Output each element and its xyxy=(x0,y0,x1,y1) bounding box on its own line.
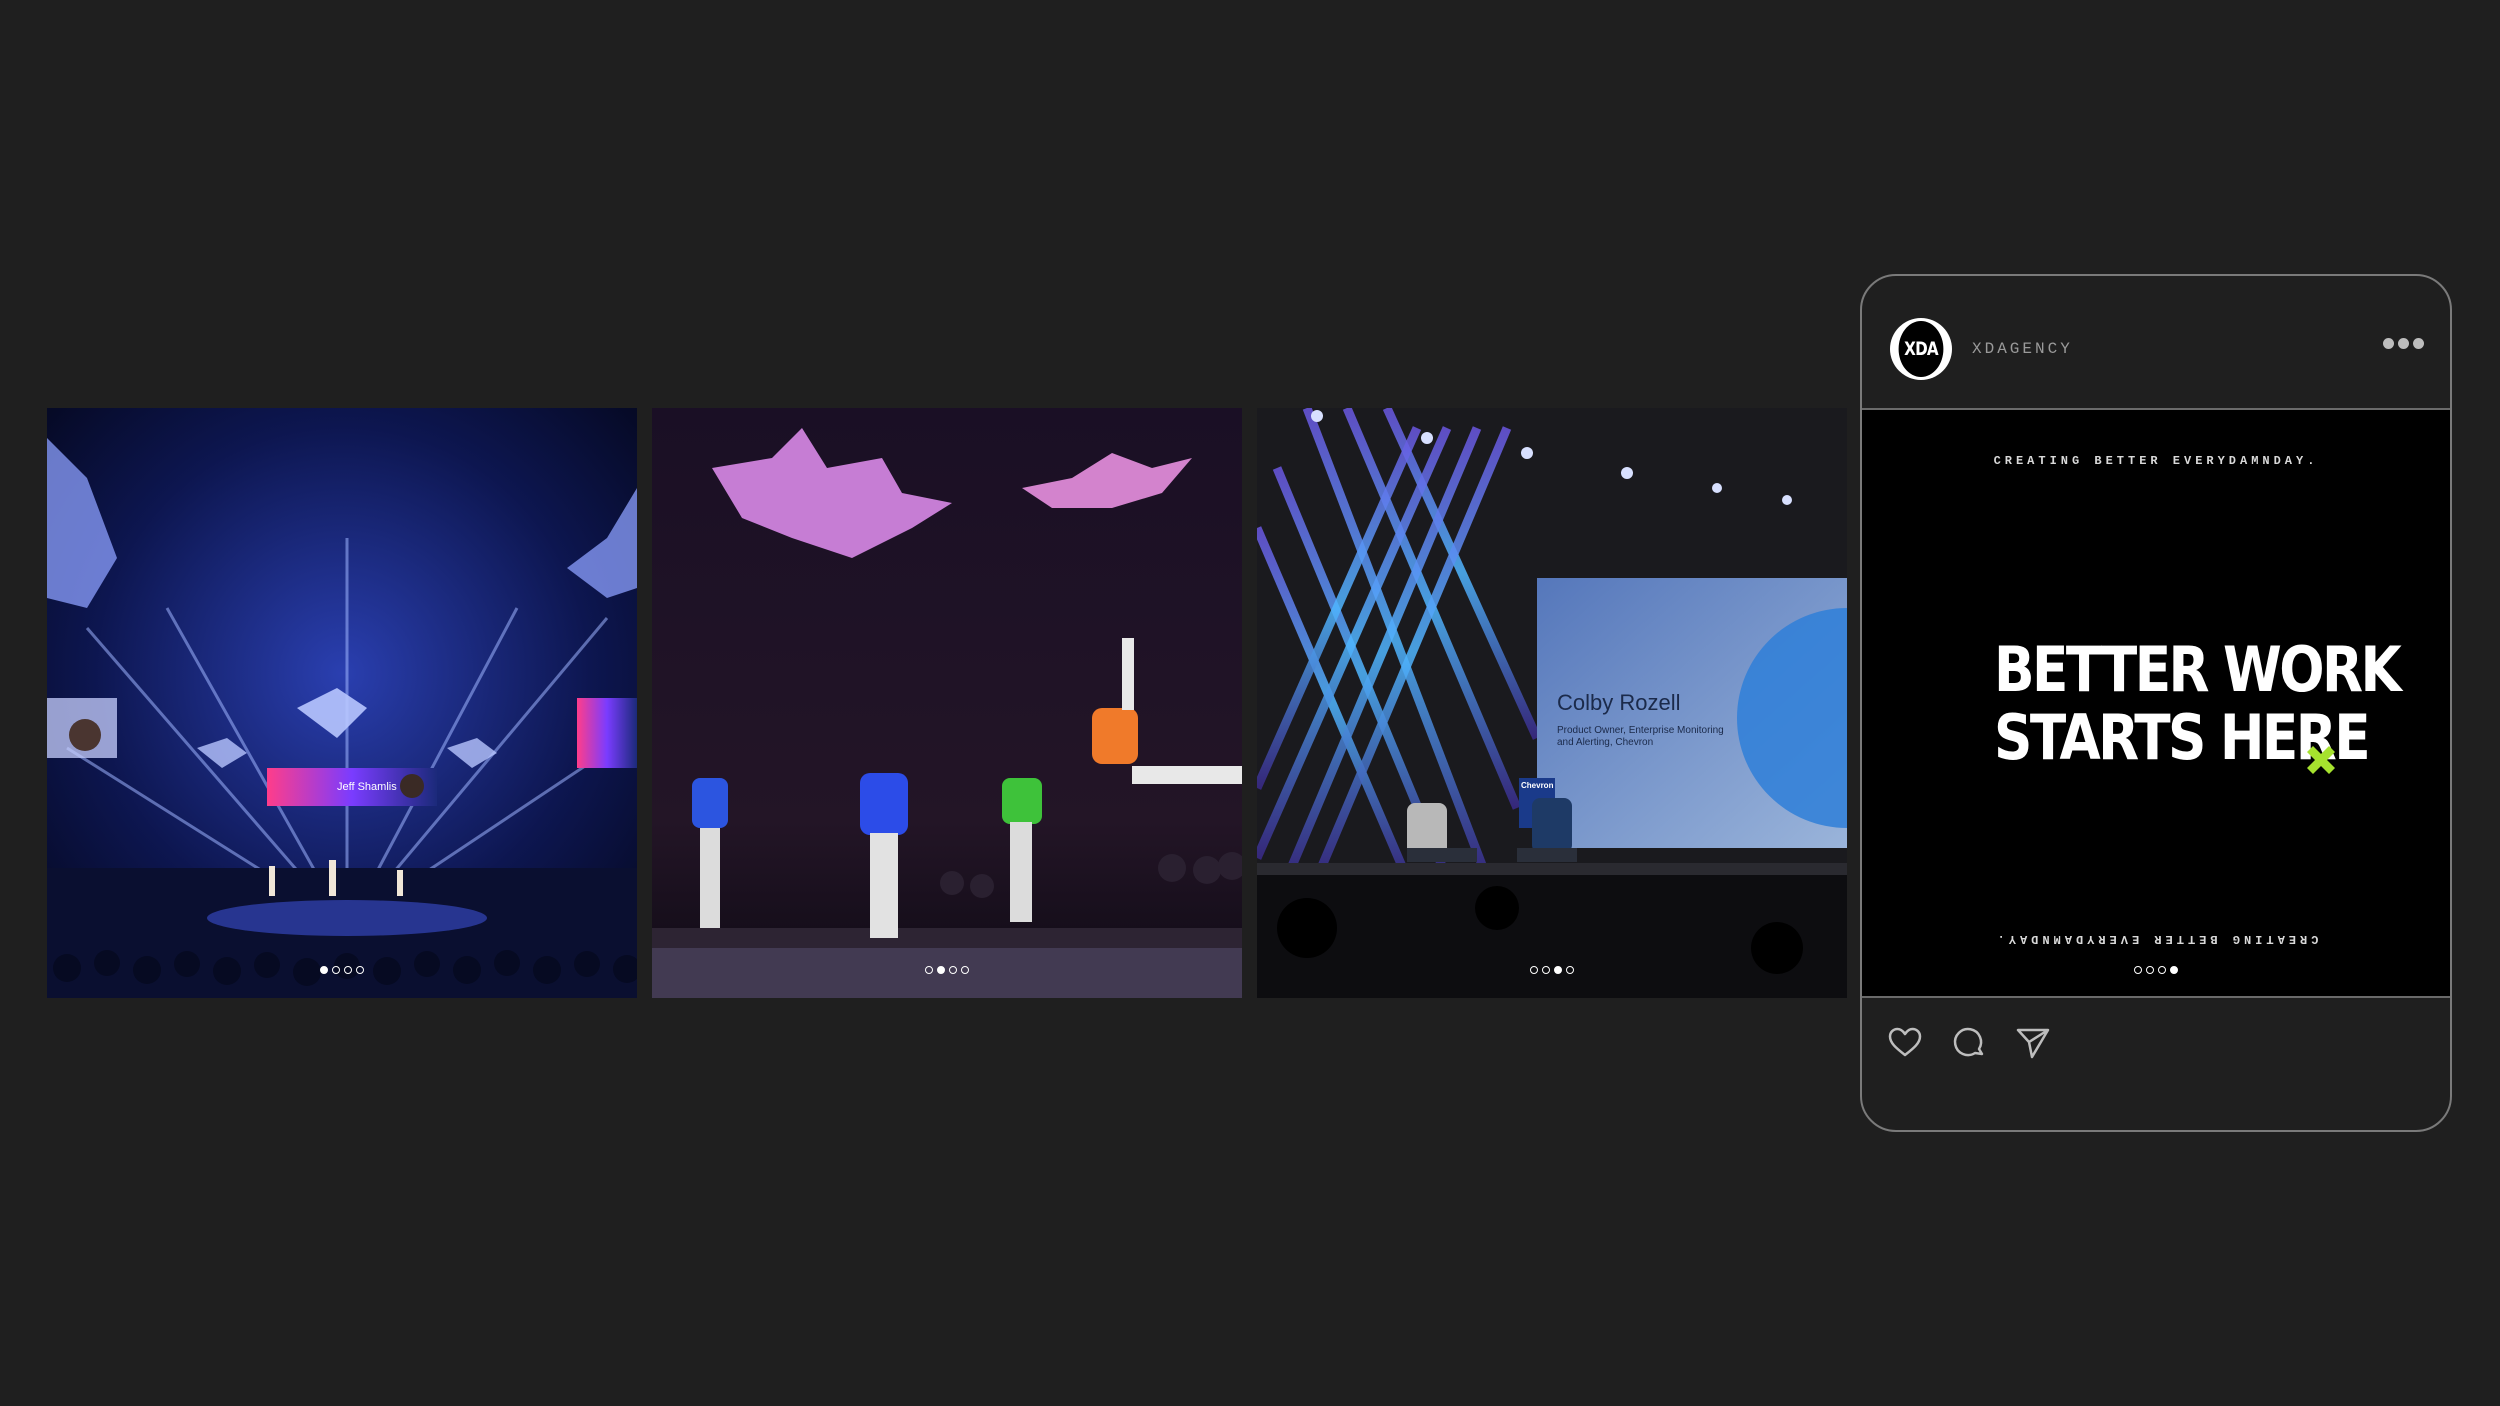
carousel-photo-dancers[interactable] xyxy=(652,408,1242,998)
carousel-dot[interactable] xyxy=(1566,966,1574,974)
carousel-dot[interactable] xyxy=(320,966,328,974)
carousel-dots xyxy=(652,966,1242,974)
post-header: XDA XDAGENCY xyxy=(1862,276,2450,408)
screen-name-text: Jeff Shamlis xyxy=(337,781,397,793)
carousel-photo-panel[interactable]: Colby Rozell Product Owner, Enterprise M… xyxy=(1257,408,1847,998)
carousel-dots xyxy=(1257,966,1847,974)
x-logo-icon xyxy=(2307,746,2335,774)
carousel-dot[interactable] xyxy=(1530,966,1538,974)
avatar-logo: XDA xyxy=(1898,321,1944,377)
post-image[interactable]: CREATING BETTER EVERYDAMNDAY. BETTER WOR… xyxy=(1862,408,2450,998)
post-carousel-dots xyxy=(1862,966,2450,974)
speaker-title-text: Product Owner, Enterprise Monitoring xyxy=(1557,725,1724,736)
panel-stage-photo: Colby Rozell Product Owner, Enterprise M… xyxy=(1257,408,1847,998)
carousel-dot[interactable] xyxy=(949,966,957,974)
headline-line-1: BETTER WORK xyxy=(1994,633,2402,706)
carousel-photo-keynote[interactable]: Jeff Shamlis xyxy=(47,408,637,998)
carousel-dot[interactable] xyxy=(2170,966,2178,974)
carousel-dot[interactable] xyxy=(2134,966,2142,974)
carousel-dot[interactable] xyxy=(937,966,945,974)
speaker-title-text-2: and Alerting, Chevron xyxy=(1557,737,1653,748)
carousel-dot[interactable] xyxy=(2158,966,2166,974)
carousel-dot[interactable] xyxy=(356,966,364,974)
carousel-dot[interactable] xyxy=(1554,966,1562,974)
post-actions xyxy=(1886,1024,2052,1062)
more-icon[interactable] xyxy=(2383,338,2424,349)
heart-icon[interactable] xyxy=(1886,1024,1924,1062)
username[interactable]: XDAGENCY xyxy=(1972,340,2073,358)
speaker-name-text: Colby Rozell xyxy=(1557,690,1681,715)
keynote-stage-photo: Jeff Shamlis xyxy=(47,408,637,998)
tagline-top: CREATING BETTER EVERYDAMNDAY. xyxy=(1993,454,2319,468)
carousel-dot[interactable] xyxy=(961,966,969,974)
carousel-dot[interactable] xyxy=(332,966,340,974)
instagram-post-mockup: XDA XDAGENCY CREATING BETTER EVERYDAMNDA… xyxy=(1860,274,2452,1132)
avatar[interactable]: XDA xyxy=(1890,318,1952,380)
carousel-dot[interactable] xyxy=(2146,966,2154,974)
dancers-stage-photo xyxy=(652,408,1242,998)
carousel-dots xyxy=(47,966,637,974)
send-icon[interactable] xyxy=(2014,1024,2052,1062)
screen-brand-text: Chevron xyxy=(1521,781,1554,790)
carousel-dot[interactable] xyxy=(344,966,352,974)
tagline-bottom: CREATING BETTER EVERYDAMNDAY. xyxy=(1993,932,2319,946)
carousel-dot[interactable] xyxy=(925,966,933,974)
comment-icon[interactable] xyxy=(1950,1024,1988,1062)
carousel-dot[interactable] xyxy=(1542,966,1550,974)
